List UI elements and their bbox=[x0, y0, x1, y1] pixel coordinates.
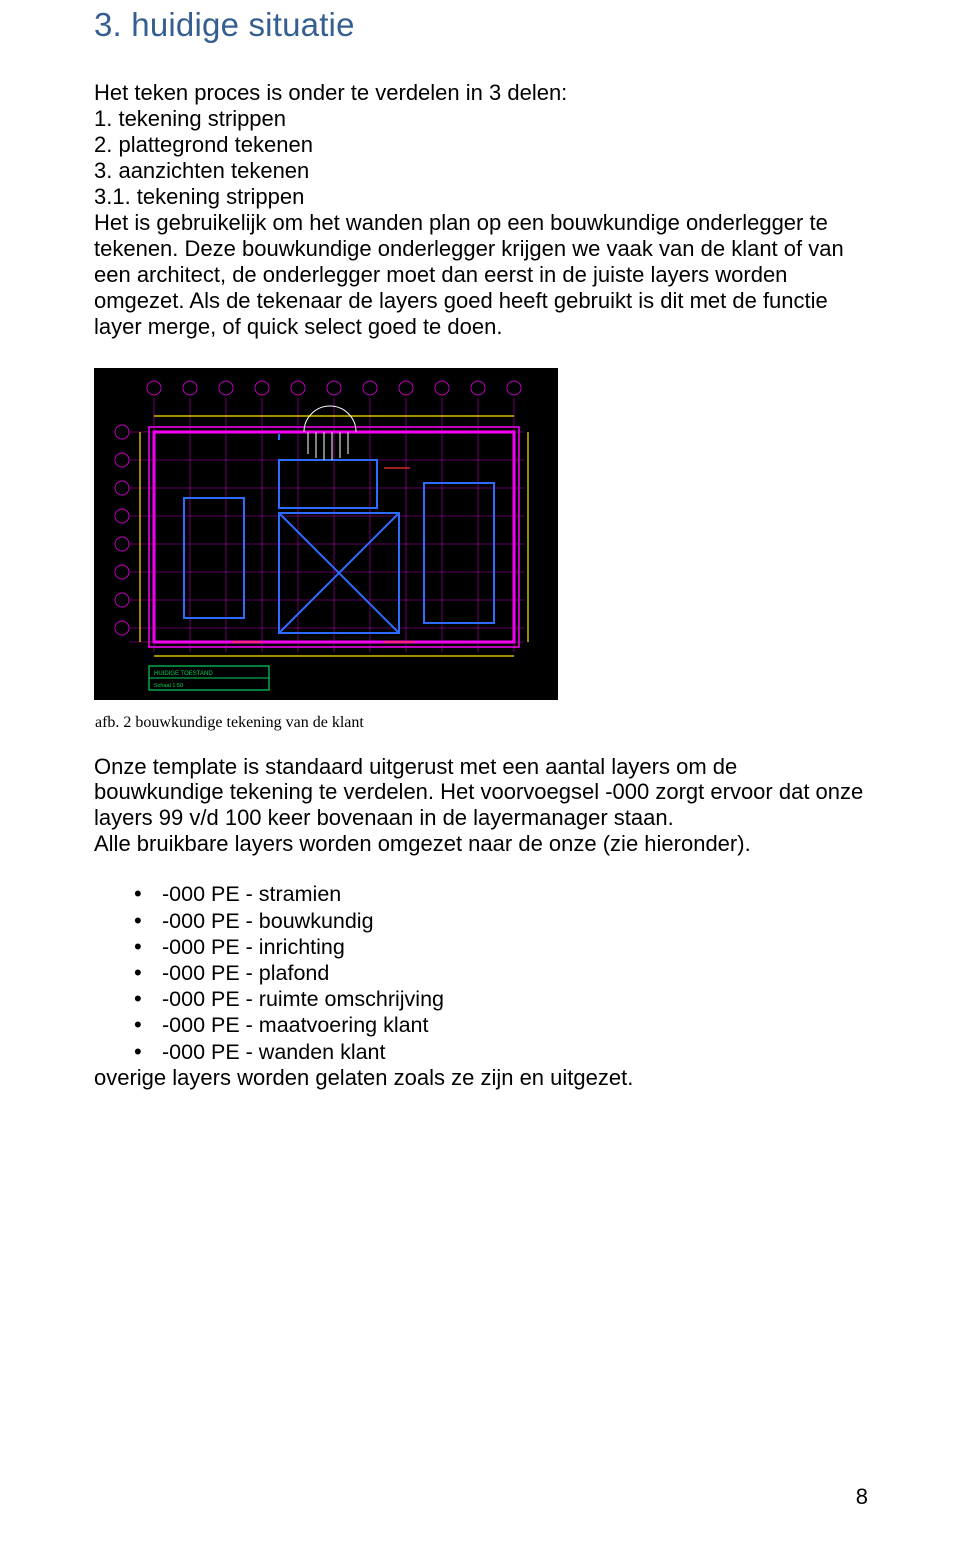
layer-item: -000 PE - plafond bbox=[162, 960, 870, 986]
intro-line: Het teken proces is onder te verdelen in… bbox=[94, 80, 870, 106]
layer-list: -000 PE - stramien -000 PE - bouwkundig … bbox=[94, 881, 870, 1065]
step-3: 3. aanzichten tekenen bbox=[94, 158, 870, 184]
layer-item: -000 PE - wanden klant bbox=[162, 1039, 870, 1065]
figure-caption: afb. 2 bouwkundige tekening van de klant bbox=[95, 714, 870, 732]
figure: HUIDIGE TOESTAND Schaal 1:50 bbox=[94, 368, 870, 700]
step-2: 2. plattegrond tekenen bbox=[94, 132, 870, 158]
numbered-list: 1. tekening strippen 2. plattegrond teke… bbox=[94, 106, 870, 184]
paragraph-1: Het is gebruikelijk om het wanden plan o… bbox=[94, 210, 870, 340]
paragraph-2: Onze template is standaard uitgerust met… bbox=[94, 754, 870, 832]
section-title: 3. huidige situatie bbox=[94, 6, 870, 44]
step-1: 1. tekening strippen bbox=[94, 106, 870, 132]
page-number: 8 bbox=[856, 1484, 868, 1510]
layer-item: -000 PE - maatvoering klant bbox=[162, 1012, 870, 1038]
layer-item: -000 PE - stramien bbox=[162, 881, 870, 907]
subsection-heading: 3.1. tekening strippen bbox=[94, 184, 870, 210]
layer-item: -000 PE - ruimte omschrijving bbox=[162, 986, 870, 1012]
closing-line: overige layers worden gelaten zoals ze z… bbox=[94, 1065, 870, 1091]
svg-text:Schaal 1:50: Schaal 1:50 bbox=[154, 683, 183, 689]
layer-item: -000 PE - bouwkundig bbox=[162, 908, 870, 934]
cad-drawing-thumbnail: HUIDIGE TOESTAND Schaal 1:50 bbox=[94, 368, 558, 700]
layer-item: -000 PE - inrichting bbox=[162, 934, 870, 960]
paragraph-2b: Alle bruikbare layers worden omgezet naa… bbox=[94, 831, 870, 857]
svg-text:HUIDIGE TOESTAND: HUIDIGE TOESTAND bbox=[154, 671, 213, 677]
